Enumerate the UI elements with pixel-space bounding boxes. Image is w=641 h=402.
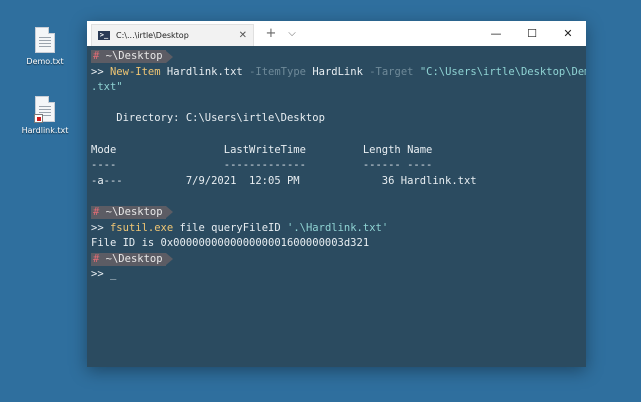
text-cursor: _ [109, 268, 117, 281]
terminal-window: >_ C:\...\irtle\Desktop ✕ + ⌵ — ☐ ✕ # ~\… [87, 21, 586, 367]
command-line: >> New-Item Hardlink.txt -ItemType HardL… [91, 65, 586, 78]
shortcut-arrow-icon [34, 114, 43, 123]
input-line[interactable]: >> _ [91, 267, 586, 283]
desktop-icon-demo[interactable]: Demo.txt [15, 27, 75, 66]
tab-desktop[interactable]: >_ C:\...\irtle\Desktop ✕ [91, 24, 254, 46]
text-file-shortcut-icon [34, 96, 55, 123]
text-file-icon [35, 27, 55, 53]
maximize-button[interactable]: ☐ [514, 21, 550, 46]
close-button[interactable]: ✕ [550, 21, 586, 46]
table-row: -a--- 7/9/2021 12:05 PM 36 Hardlink.txt [91, 174, 477, 187]
table-header: Mode LastWriteTime Length Name [91, 143, 433, 156]
tab-title: C:\...\irtle\Desktop [116, 31, 189, 40]
prompt-line: # ~\Desktop [91, 252, 586, 268]
new-tab-button[interactable]: + [258, 21, 284, 46]
chevron-down-icon[interactable]: ⌵ [284, 21, 300, 46]
desktop-icon-label: Hardlink.txt [21, 126, 69, 135]
title-bar-drag-area[interactable] [300, 21, 478, 46]
desktop-icon-label: Demo.txt [26, 57, 64, 66]
prompt-segment: # ~\Desktop [91, 252, 173, 266]
table-rule: ---- ------------- ------ ---- [91, 159, 433, 172]
command-output: File ID is 0x000000000000000001600000003… [91, 237, 370, 250]
terminal-output[interactable]: # ~\Desktop >> New-Item Hardlink.txt -It… [87, 46, 586, 283]
prompt-segment: # ~\Desktop [91, 205, 173, 219]
powershell-icon: >_ [98, 31, 110, 40]
close-icon[interactable]: ✕ [239, 30, 247, 41]
desktop-icon-hardlink[interactable]: Hardlink.txt [15, 96, 75, 135]
prompt-line: # ~\Desktop [91, 49, 586, 65]
directory-line: Directory: C:\Users\irtle\Desktop [91, 112, 325, 125]
prompt-segment: # ~\Desktop [91, 50, 173, 63]
prompt-line: # ~\Desktop [91, 205, 586, 221]
minimize-button[interactable]: — [478, 21, 514, 46]
title-bar: >_ C:\...\irtle\Desktop ✕ + ⌵ — ☐ ✕ [87, 21, 586, 46]
command-line-wrap: .txt" [91, 81, 123, 94]
command-line: >> fsutil.exe file queryFileID '.\Hardli… [91, 221, 389, 234]
